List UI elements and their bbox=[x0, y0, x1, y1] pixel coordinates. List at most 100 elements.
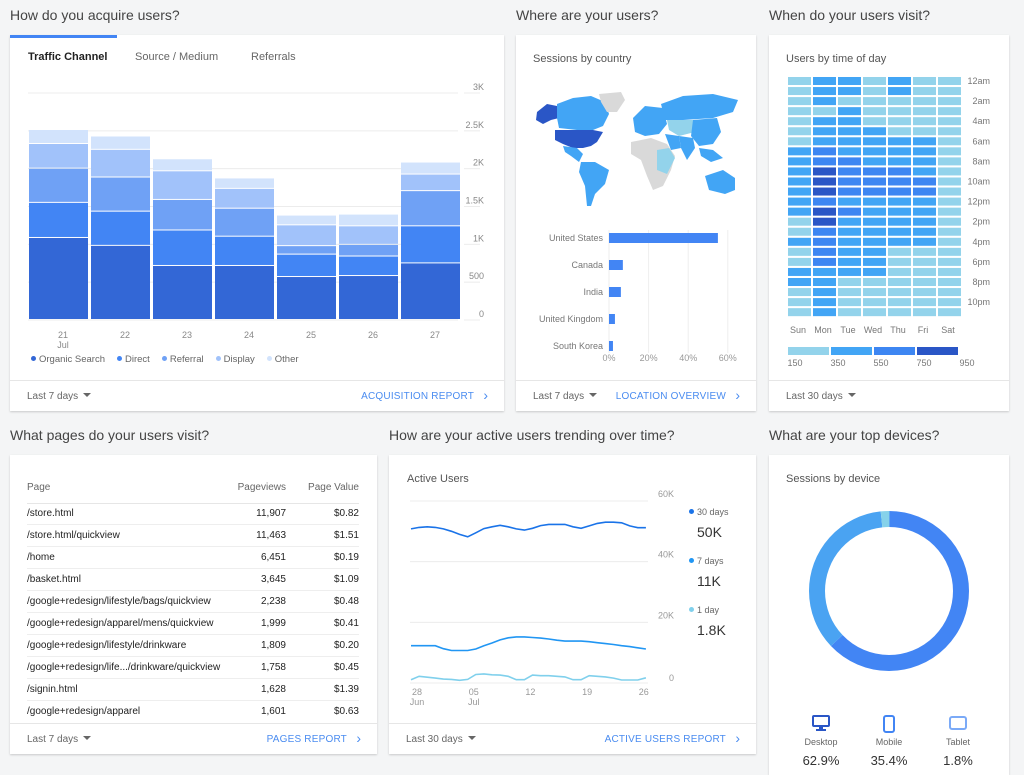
date-range-dropdown[interactable]: Last 30 days bbox=[786, 391, 856, 402]
map-region-europe[interactable] bbox=[633, 106, 667, 136]
table-row[interactable]: /google+redesign/lifestyle/bags/quickvie… bbox=[27, 590, 359, 613]
heatmap-cell bbox=[838, 157, 861, 166]
legend-item[interactable]: Referral bbox=[161, 354, 204, 365]
legend-item[interactable]: 30 days 50K bbox=[689, 507, 729, 540]
heatmap-cell bbox=[888, 237, 911, 246]
heatmap-cell bbox=[938, 87, 961, 96]
map-region-india[interactable] bbox=[679, 136, 695, 160]
page-cell[interactable]: /basket.html bbox=[27, 568, 235, 592]
device-value: 62.9% bbox=[802, 753, 840, 768]
map-region-alaska[interactable] bbox=[536, 104, 559, 124]
page-cell[interactable]: /home bbox=[27, 546, 235, 570]
column-header-pageviews[interactable]: Pageviews bbox=[234, 472, 286, 504]
date-range-dropdown[interactable]: Last 7 days bbox=[533, 391, 598, 402]
pages-report-link[interactable]: PAGES REPORT bbox=[267, 734, 347, 745]
map-region-east-africa[interactable] bbox=[657, 148, 675, 174]
page-cell[interactable]: /google+redesign/lifestyle/bags/quickvie… bbox=[27, 590, 235, 613]
date-range-label: Last 30 days bbox=[786, 391, 843, 402]
date-range-dropdown[interactable]: Last 7 days bbox=[27, 391, 92, 402]
map-region-mexico[interactable] bbox=[563, 146, 583, 162]
legend-item[interactable]: Direct bbox=[117, 354, 150, 365]
legend-item[interactable]: Other bbox=[266, 354, 299, 365]
table-row[interactable]: /google+redesign/apparel/mens/quickview 1… bbox=[27, 612, 359, 635]
table-row[interactable]: /google+redesign/life.../drinkware/quick… bbox=[27, 656, 359, 679]
legend-item[interactable]: 7 days 11K bbox=[689, 556, 724, 589]
heatmap-cell bbox=[863, 137, 886, 146]
chevron-right-icon[interactable]: › bbox=[735, 387, 740, 403]
page-cell[interactable]: /store.html/quickview bbox=[27, 524, 235, 548]
table-row[interactable]: /google+redesign/apparel 1,601 $0.63 bbox=[27, 700, 359, 722]
table-row[interactable]: /signin.html 1,628 $1.39 bbox=[27, 678, 359, 701]
heatmap-cell bbox=[863, 177, 886, 186]
page-cell[interactable]: /signin.html bbox=[27, 678, 235, 701]
chevron-right-icon[interactable]: › bbox=[483, 387, 488, 403]
scale-label: 550 bbox=[873, 358, 888, 368]
pageviews-cell: 3,645 bbox=[234, 568, 286, 592]
heatmap-cell bbox=[838, 298, 861, 307]
page-cell[interactable]: /store.html bbox=[27, 503, 235, 526]
date-range-dropdown[interactable]: Last 7 days bbox=[27, 734, 92, 745]
heatmap-cell bbox=[938, 227, 961, 236]
legend-item[interactable]: Display bbox=[215, 354, 255, 365]
heatmap-cell bbox=[838, 267, 861, 276]
scale-swatch bbox=[831, 347, 872, 355]
map-region-south-america[interactable] bbox=[579, 162, 609, 206]
map-region-central-asia[interactable] bbox=[667, 120, 695, 136]
map-region-china[interactable] bbox=[691, 118, 721, 146]
location-overview-link[interactable]: LOCATION OVERVIEW bbox=[616, 391, 726, 402]
heatmap-cell bbox=[838, 187, 861, 196]
acquisition-report-link[interactable]: ACQUISITION REPORT bbox=[361, 391, 474, 402]
column-header-page[interactable]: Page bbox=[27, 472, 235, 504]
heatmap-cell bbox=[913, 157, 936, 166]
heatmap-cell bbox=[863, 147, 886, 156]
legend-item[interactable]: Organic Search bbox=[31, 354, 105, 365]
pageviews-cell: 11,907 bbox=[234, 503, 286, 526]
page-cell[interactable]: /google+redesign/life.../drinkware/quick… bbox=[27, 656, 235, 679]
table-row[interactable]: /store.html 11,907 $0.82 bbox=[27, 503, 359, 526]
tab-traffic-channel[interactable]: Traffic Channel bbox=[28, 51, 107, 63]
heatmap-cell bbox=[788, 207, 811, 216]
page-cell[interactable]: /google+redesign/apparel/mens/quickview bbox=[27, 612, 235, 635]
chevron-right-icon[interactable]: › bbox=[356, 730, 361, 746]
scale-swatch bbox=[788, 347, 829, 355]
table-row[interactable]: /basket.html 3,645 $1.09 bbox=[27, 568, 359, 592]
heatmap-cell bbox=[838, 237, 861, 246]
map-region-usa[interactable] bbox=[555, 130, 603, 148]
map-region-southeast-asia[interactable] bbox=[699, 148, 723, 162]
active-users-report-link[interactable]: ACTIVE USERS REPORT bbox=[605, 734, 726, 745]
page-cell[interactable]: /google+redesign/apparel bbox=[27, 700, 234, 722]
table-row[interactable]: /store.html/quickview 11,463 $1.51 bbox=[27, 524, 359, 548]
hour-label: 12pm bbox=[967, 197, 990, 207]
legend-item[interactable]: 1 day 1.8K bbox=[689, 605, 726, 638]
date-range-dropdown[interactable]: Last 30 days bbox=[406, 734, 476, 745]
page-cell[interactable]: /google+redesign/lifestyle/drinkware bbox=[27, 634, 235, 657]
tablet-icon bbox=[928, 715, 988, 733]
bar-segment-referral bbox=[339, 244, 398, 256]
heatmap-cell bbox=[913, 237, 936, 246]
line-1-day bbox=[410, 673, 647, 682]
heatmap-cell bbox=[863, 167, 886, 176]
device-mobile: Mobile 35.4% bbox=[859, 715, 919, 768]
legend-dot bbox=[266, 356, 272, 361]
device-label: Desktop bbox=[804, 737, 838, 747]
column-header-page-value[interactable]: Page Value bbox=[286, 472, 359, 504]
y-tick-label: 0 bbox=[669, 673, 674, 683]
world-map[interactable] bbox=[533, 90, 743, 210]
heatmap-cell bbox=[888, 227, 911, 236]
map-region-russia[interactable] bbox=[661, 94, 738, 120]
table-row[interactable]: /google+redesign/lifestyle/drinkware 1,80… bbox=[27, 634, 359, 657]
tab-referrals[interactable]: Referrals bbox=[251, 51, 296, 63]
location-card: Sessions by country 0% 20% 40% 60% United St… bbox=[516, 35, 756, 411]
table-row[interactable]: /home 6,451 $0.19 bbox=[27, 546, 359, 570]
tab-source-medium[interactable]: Source / Medium bbox=[135, 51, 218, 63]
country-bar bbox=[609, 287, 621, 297]
pageviews-cell: 1,999 bbox=[234, 612, 286, 635]
heatmap-cell bbox=[913, 308, 936, 317]
heatmap-cell bbox=[863, 308, 886, 317]
map-region-australia[interactable] bbox=[705, 170, 735, 194]
chevron-right-icon[interactable]: › bbox=[735, 730, 740, 746]
active-users-card: Active Users 0 20K 40K 60K 28 Jun 05 Jul 12 19 26 … bbox=[389, 455, 756, 754]
bar-segment-organic-search bbox=[29, 237, 88, 319]
scale-label: 950 bbox=[959, 358, 974, 368]
heatmap-cell bbox=[788, 147, 811, 156]
